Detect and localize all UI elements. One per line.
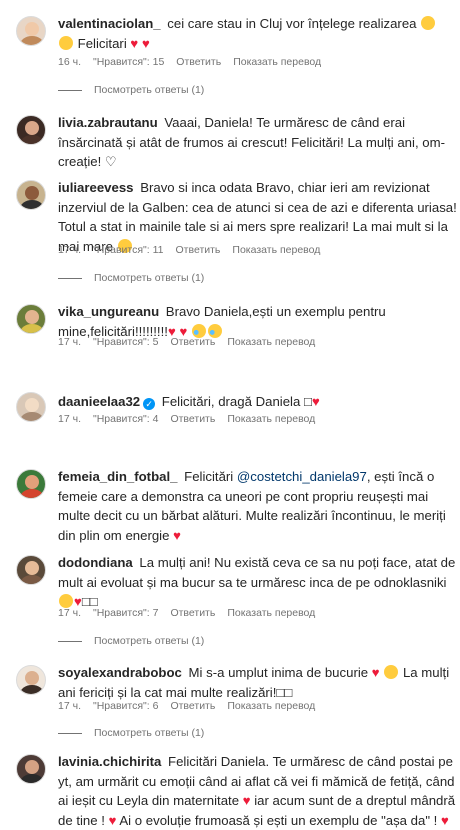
laughing-emoji-icon — [421, 16, 436, 30]
likes-count[interactable]: "Нравится": 15 — [93, 56, 164, 68]
avatar[interactable] — [16, 392, 46, 422]
translate-button[interactable]: Показать перевод — [227, 413, 315, 425]
smiling-emoji-icon — [59, 594, 73, 608]
comment-meta: 16 ч. "Нравится": 15 Ответить Показать п… — [58, 56, 321, 68]
comment-username[interactable]: valentinaciolan_ — [58, 16, 161, 31]
comment-time: 17 ч. — [58, 700, 81, 712]
translate-button[interactable]: Показать перевод — [227, 336, 315, 348]
comment-time: 16 ч. — [58, 56, 81, 68]
comment-meta: 17 ч. "Нравится": 4 Ответить Показать пе… — [58, 413, 315, 425]
verified-badge-icon: ✓ — [143, 398, 156, 410]
mention-link[interactable]: @costetchi_daniela97 — [237, 469, 367, 484]
heart-emoji-icon: ♥ — [130, 35, 139, 51]
avatar[interactable] — [16, 16, 46, 46]
heart-eyes-emoji-icon — [384, 665, 399, 679]
divider-line — [58, 89, 82, 91]
comment-text: dodondiana La mulți ani! Nu există ceva … — [58, 555, 456, 609]
translate-button[interactable]: Показать перевод — [227, 607, 315, 619]
translate-button[interactable]: Показать перевод — [233, 56, 321, 68]
comment-username[interactable]: lavinia.chichirita — [58, 754, 161, 769]
likes-count[interactable]: "Нравится": 6 — [93, 700, 158, 712]
comment-time: 17 ч. — [58, 244, 81, 256]
comment-text: femeia_din_fotbal_ Felicitări @costetchi… — [58, 469, 446, 543]
heart-emoji-icon: ♥ — [371, 665, 380, 680]
avatar[interactable] — [16, 304, 46, 334]
avatar[interactable] — [16, 665, 46, 695]
translate-button[interactable]: Показать перевод — [227, 700, 315, 712]
comment-text: livia.zabrautanu Vaaai, Daniela! Te urmă… — [58, 115, 445, 169]
divider-line — [58, 732, 82, 734]
heart-emoji-icon: ♥ — [173, 527, 181, 543]
comment-meta: 17 ч. "Нравится": 11 Ответить Показать п… — [58, 244, 320, 256]
view-replies-button[interactable]: Посмотреть ответы (1) — [58, 727, 204, 739]
view-replies-button[interactable]: Посмотреть ответы (1) — [58, 635, 204, 647]
reply-button[interactable]: Ответить — [176, 244, 221, 256]
avatar[interactable] — [16, 555, 46, 585]
comment-username[interactable]: dodondiana — [58, 555, 133, 570]
divider-line — [58, 640, 82, 642]
likes-count[interactable]: "Нравится": 11 — [93, 244, 164, 256]
avatar[interactable] — [16, 180, 46, 210]
reply-button[interactable]: Ответить — [170, 336, 215, 348]
comment-meta: 17 ч. "Нравится": 5 Ответить Показать пе… — [58, 336, 315, 348]
laughing-emoji-icon — [59, 35, 73, 50]
view-replies-button[interactable]: Посмотреть ответы (1) — [58, 272, 204, 284]
comment-username[interactable]: iuliareevess — [58, 180, 134, 195]
avatar[interactable] — [16, 469, 46, 499]
comment-text: soyalexandraboboc Mi s-a umplut inima de… — [58, 665, 450, 700]
comment-username[interactable]: soyalexandraboboc — [58, 665, 182, 680]
comment-username[interactable]: vika_ungureanu — [58, 304, 159, 319]
comment-username[interactable]: daanieelaa32 — [58, 394, 140, 409]
heart-emoji-icon: ♥ — [242, 793, 251, 808]
comment-time: 17 ч. — [58, 607, 81, 619]
reply-button[interactable]: Ответить — [176, 56, 221, 68]
avatar[interactable] — [16, 754, 46, 784]
comment-username[interactable]: femeia_din_fotbal_ — [58, 469, 177, 484]
comment-text: daanieelaa32 ✓ Felicitări, dragă Daniela … — [58, 394, 320, 410]
comment-meta: 17 ч. "Нравится": 7 Ответить Показать пе… — [58, 607, 315, 619]
view-replies-button[interactable]: Посмотреть ответы (1) — [58, 84, 204, 96]
comment-text: valentinaciolan_ cei care stau in Cluj v… — [58, 14, 458, 53]
reply-button[interactable]: Ответить — [170, 700, 215, 712]
reply-button[interactable]: Ответить — [170, 413, 215, 425]
comment-text: lavinia.chichirita Felicitări Daniela. T… — [58, 754, 456, 828]
heart-emoji-icon: ♥ — [141, 35, 150, 51]
likes-count[interactable]: "Нравится": 7 — [93, 607, 158, 619]
avatar[interactable] — [16, 115, 46, 145]
reply-button[interactable]: Ответить — [170, 607, 215, 619]
comment-meta: 17 ч. "Нравится": 6 Ответить Показать пе… — [58, 700, 315, 712]
comment-username[interactable]: livia.zabrautanu — [58, 115, 158, 130]
heart-emoji-icon: ♥ — [441, 812, 449, 828]
comment-time: 17 ч. — [58, 413, 81, 425]
comment-time: 17 ч. — [58, 336, 81, 348]
translate-button[interactable]: Показать перевод — [232, 244, 320, 256]
likes-count[interactable]: "Нравится": 5 — [93, 336, 158, 348]
white-heart-emoji-icon: ♡ — [104, 154, 117, 169]
likes-count[interactable]: "Нравится": 4 — [93, 413, 158, 425]
heart-emoji-icon: ♥ — [311, 394, 320, 409]
divider-line — [58, 277, 82, 279]
